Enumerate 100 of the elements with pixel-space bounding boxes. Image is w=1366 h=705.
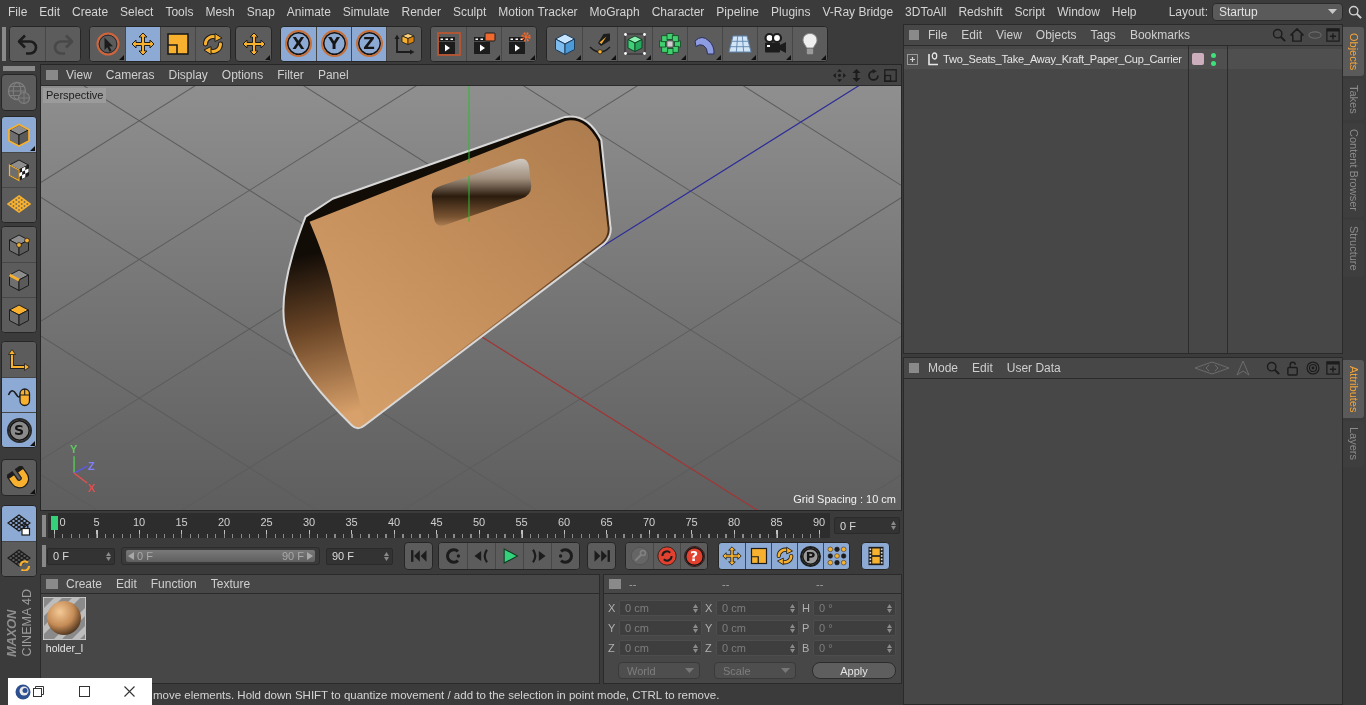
keyframe-button[interactable] xyxy=(653,543,680,569)
current-frame-field[interactable]: 0 F xyxy=(834,517,900,534)
rotate-tool-button[interactable] xyxy=(195,26,230,61)
menu-item[interactable]: Redshift xyxy=(952,3,1009,20)
menu-item[interactable]: MoGraph xyxy=(583,3,646,20)
move-tool-button[interactable] xyxy=(125,26,160,61)
menu-item[interactable]: Create xyxy=(59,576,110,592)
menu-item[interactable]: Sculpt xyxy=(446,3,493,20)
next-key-button[interactable] xyxy=(551,543,579,569)
menu-item[interactable]: Objects xyxy=(1028,27,1084,43)
snap-button[interactable] xyxy=(1,459,37,496)
camera-button[interactable] xyxy=(757,26,792,61)
maximize-icon[interactable] xyxy=(79,686,90,697)
grip-icon[interactable] xyxy=(42,514,46,537)
menu-item[interactable]: Edit xyxy=(965,360,1000,376)
visibility-dot-icon[interactable] xyxy=(1211,60,1216,66)
menu-item[interactable]: Plugins xyxy=(765,3,817,20)
render-button[interactable] xyxy=(466,26,501,61)
menu-item[interactable]: Mesh xyxy=(199,3,241,20)
grip-icon[interactable] xyxy=(909,363,919,373)
playhead-marker[interactable] xyxy=(50,516,58,530)
object-name[interactable]: Two_Seats_Take_Away_Kraft_Paper_Cup_Carrier xyxy=(943,53,1182,65)
menu-item[interactable]: 3DToAll xyxy=(899,3,953,20)
parameter-key-button[interactable]: P xyxy=(797,543,823,569)
menu-item[interactable]: View xyxy=(989,27,1029,43)
grip-icon[interactable] xyxy=(46,579,58,589)
cube-button[interactable] xyxy=(547,26,582,61)
menu-item[interactable]: Render xyxy=(395,3,447,20)
dock-tab[interactable]: Objects xyxy=(1343,27,1364,77)
solo-button[interactable]: S xyxy=(2,412,36,447)
coordinate-system-button[interactable] xyxy=(386,26,421,61)
plus-box-icon[interactable] xyxy=(907,53,918,65)
position-key-button[interactable] xyxy=(719,543,745,569)
right-arrow-icon[interactable] xyxy=(307,552,313,560)
visibility-dot-icon[interactable] xyxy=(1211,52,1216,58)
render-settings-button[interactable] xyxy=(501,26,536,61)
left-arrow-icon[interactable] xyxy=(128,552,134,560)
menu-item[interactable]: Bookmarks xyxy=(1122,27,1197,43)
menu-item[interactable]: Texture xyxy=(203,576,258,592)
grip-icon[interactable] xyxy=(3,66,35,71)
menu-item[interactable]: Help xyxy=(1105,3,1143,20)
end-frame-field[interactable]: 90 F xyxy=(326,547,393,565)
material-thumbnail[interactable] xyxy=(43,597,86,640)
menu-item[interactable]: Edit xyxy=(33,3,67,20)
scale-key-button[interactable] xyxy=(745,543,771,569)
axis-lock-button[interactable]: Z xyxy=(351,26,386,61)
app-logo-icon[interactable] xyxy=(15,683,31,700)
restore-icon[interactable] xyxy=(33,686,44,697)
menu-item[interactable]: Window xyxy=(1051,3,1106,20)
model-mode-button[interactable] xyxy=(2,117,36,152)
grip-icon[interactable] xyxy=(609,579,621,589)
deformer-button[interactable] xyxy=(687,26,722,61)
menu-item[interactable]: V-Ray Bridge xyxy=(816,3,900,20)
cloner-button[interactable] xyxy=(652,26,687,61)
menu-item[interactable]: Snap xyxy=(240,3,281,20)
go-to-end-button[interactable] xyxy=(587,542,616,570)
menu-item[interactable]: Simulate xyxy=(336,3,396,20)
menu-item[interactable]: View xyxy=(59,67,99,83)
tweak-mode-button[interactable] xyxy=(2,377,36,412)
menu-item[interactable]: Edit xyxy=(109,576,144,592)
menu-item[interactable]: Function xyxy=(143,576,204,592)
subdivision-button[interactable] xyxy=(617,26,652,61)
dock-tab[interactable]: Attributes xyxy=(1343,360,1364,419)
color-swatch-icon[interactable] xyxy=(1192,53,1204,65)
menu-item[interactable]: File xyxy=(921,27,955,43)
timeline-button[interactable] xyxy=(861,542,890,570)
menu-item[interactable]: Filter xyxy=(270,67,311,83)
go-to-start-button[interactable] xyxy=(404,542,433,570)
menu-item[interactable]: Mode xyxy=(921,360,966,376)
start-frame-field[interactable]: 0 F xyxy=(47,547,115,565)
search-icon[interactable] xyxy=(1348,4,1362,19)
menu-item[interactable]: Edit xyxy=(954,27,990,43)
workplane-lock-button[interactable] xyxy=(2,506,36,541)
menu-item[interactable]: Display xyxy=(161,67,215,83)
apply-button[interactable]: Apply xyxy=(812,662,896,679)
workplane-mode-button[interactable] xyxy=(2,187,36,222)
menu-item[interactable]: File xyxy=(2,3,34,20)
floor-button[interactable] xyxy=(722,26,757,61)
menu-item[interactable]: Select xyxy=(114,3,160,20)
selection-tool-button[interactable] xyxy=(90,26,125,61)
light-button[interactable] xyxy=(792,26,827,61)
menu-item[interactable]: User Data xyxy=(999,360,1068,376)
grip-icon[interactable] xyxy=(2,26,6,61)
grip-icon[interactable] xyxy=(909,30,919,40)
menu-item[interactable]: Cameras xyxy=(98,67,162,83)
polygons-mode-button[interactable] xyxy=(2,297,36,332)
menu-item[interactable]: Create xyxy=(66,3,115,20)
menu-item[interactable]: Tools xyxy=(159,3,200,20)
keyframe-button[interactable]: ? xyxy=(680,543,707,569)
point-key-button[interactable] xyxy=(823,543,849,569)
workplane-align-button[interactable] xyxy=(2,541,36,576)
menu-item[interactable]: Motion Tracker xyxy=(492,3,584,20)
axis-lock-button[interactable]: X xyxy=(281,26,316,61)
menu-item[interactable]: Panel xyxy=(310,67,356,83)
menu-item[interactable]: Script xyxy=(1008,3,1052,20)
menu-item[interactable]: Pipeline xyxy=(710,3,766,20)
grip-icon[interactable] xyxy=(42,545,46,567)
menu-item[interactable]: Animate xyxy=(280,3,337,20)
menu-item[interactable]: Options xyxy=(214,67,271,83)
object-row[interactable]: Two_Seats_Take_Away_Kraft_Paper_Cup_Carrier xyxy=(904,49,1342,69)
